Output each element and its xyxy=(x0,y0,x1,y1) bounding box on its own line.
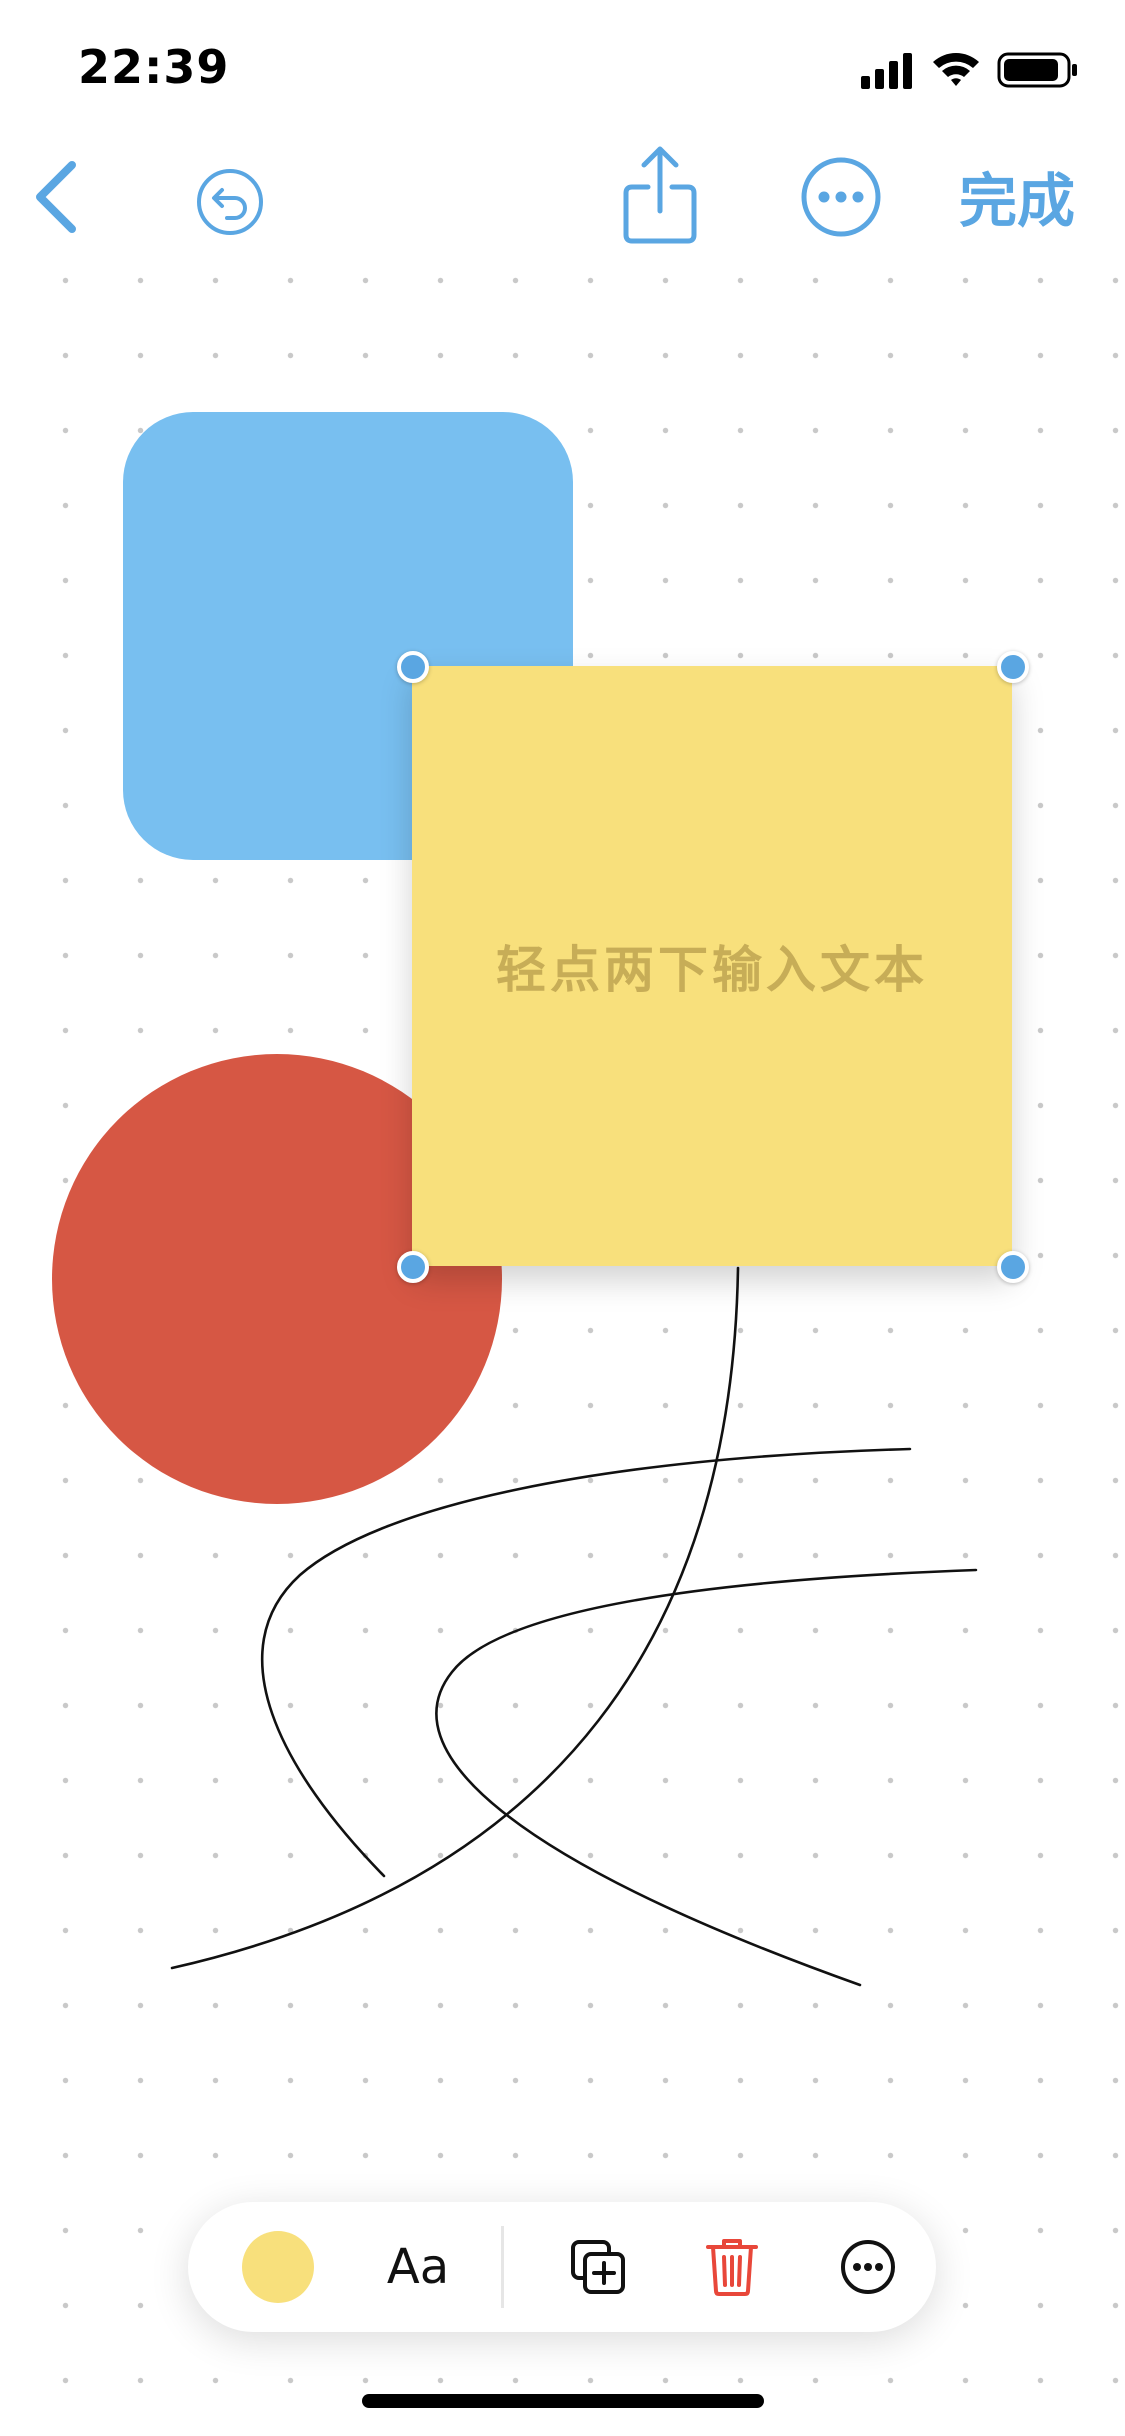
selection-toolbar: Aa xyxy=(188,2202,936,2332)
status-time: 22:39 xyxy=(78,40,230,94)
selection-handle-top-right[interactable] xyxy=(997,651,1029,683)
fill-color-button[interactable] xyxy=(228,2202,328,2332)
battery-icon xyxy=(997,52,1077,88)
wifi-icon xyxy=(933,53,979,86)
fill-color-swatch xyxy=(242,2231,314,2303)
ellipsis-circle-icon xyxy=(841,2240,895,2294)
status-icons xyxy=(861,52,1077,89)
freeform-board-screen: 22:39 完成 轻点两下输入文本 Aa xyxy=(0,0,1125,2436)
selection-handle-bottom-right[interactable] xyxy=(997,1251,1029,1283)
ellipsis-circle-icon xyxy=(801,157,881,237)
duplicate-plus-icon xyxy=(571,2240,625,2294)
selection-handle-bottom-left[interactable] xyxy=(397,1251,429,1283)
text-format-button[interactable]: Aa xyxy=(363,2202,473,2332)
selection-handle-top-left[interactable] xyxy=(397,651,429,683)
back-button[interactable] xyxy=(18,152,94,242)
status-bar: 22:39 xyxy=(0,0,1125,132)
ink-stroke xyxy=(435,1568,978,1987)
undo-circle-icon xyxy=(197,169,263,235)
ink-stroke xyxy=(261,1447,912,1878)
share-icon xyxy=(623,146,697,244)
chevron-left-icon xyxy=(36,161,76,233)
share-button[interactable] xyxy=(618,140,702,250)
duplicate-button[interactable] xyxy=(548,2202,648,2332)
undo-button[interactable] xyxy=(190,162,270,242)
text-format-label: Aa xyxy=(386,2239,450,2295)
toolbar-divider xyxy=(501,2226,504,2308)
nav-bar: 完成 xyxy=(0,132,1125,262)
done-button[interactable]: 完成 xyxy=(959,154,1075,238)
toolbar-more-button[interactable] xyxy=(818,2202,918,2332)
trash-icon xyxy=(706,2239,758,2296)
sticky-note-placeholder: 轻点两下输入文本 xyxy=(496,941,928,999)
sticky-note[interactable]: 轻点两下输入文本 xyxy=(412,666,1012,1266)
cellular-signal-icon xyxy=(861,53,912,89)
home-indicator xyxy=(362,2394,764,2408)
more-button[interactable] xyxy=(798,154,884,240)
delete-button[interactable] xyxy=(682,2202,782,2332)
